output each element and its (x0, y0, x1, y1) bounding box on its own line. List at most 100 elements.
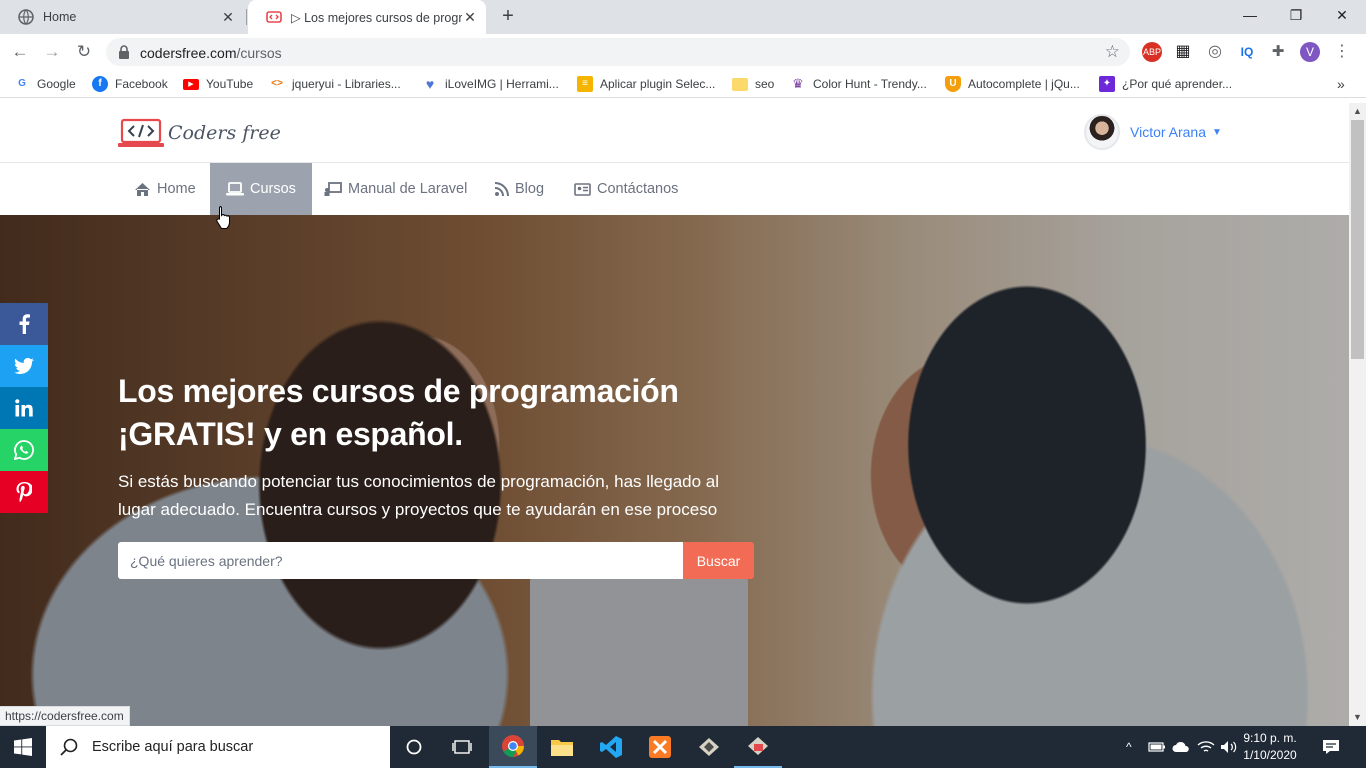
bookmark-autocomplete[interactable]: U Autocomplete | jQu... (945, 76, 1080, 92)
bookmark-label: Google (37, 77, 76, 91)
browser-toolbar: ← → ↻ codersfree.com/cursos ☆ ABP ▦ ◎ IQ… (0, 34, 1366, 70)
address-card-icon (574, 182, 591, 196)
url-host: codersfree.com (140, 45, 237, 61)
adblock-extension-icon[interactable]: ABP (1142, 42, 1162, 62)
taskbar-xampp[interactable] (636, 726, 684, 768)
page-scrollbar[interactable]: ▲ ▼ (1349, 103, 1366, 726)
tray-volume-icon[interactable] (1220, 726, 1238, 768)
bookmark-youtube[interactable]: ▶ YouTube (183, 76, 253, 92)
nav-item-home[interactable]: Home (118, 163, 212, 215)
folder-icon (732, 77, 748, 91)
facebook-share-button[interactable] (0, 303, 48, 345)
close-tab-icon[interactable]: ✕ (462, 9, 478, 25)
hero-title: Los mejores cursos de programación ¡GRAT… (118, 370, 768, 456)
close-window-button[interactable]: ✕ (1319, 0, 1365, 32)
chevron-down-icon: ▼ (1212, 126, 1222, 138)
taskbar-file-explorer[interactable] (538, 726, 586, 768)
browser-menu-icon[interactable]: ⋮ (1332, 42, 1352, 62)
bookmark-google[interactable]: G Google (14, 76, 76, 92)
back-button[interactable]: ← (8, 40, 32, 64)
nav-label: Blog (515, 181, 545, 197)
profile-avatar-icon[interactable]: V (1300, 42, 1320, 62)
scrollbar-thumb[interactable] (1351, 120, 1364, 359)
bookmark-jqueryui[interactable]: <> jqueryui - Libraries... (269, 76, 401, 92)
notification-icon (1323, 740, 1339, 754)
reload-button[interactable]: ↻ (72, 40, 96, 64)
tab-home[interactable]: Home ✕ (0, 0, 244, 34)
scroll-up-arrow-icon[interactable]: ▲ (1349, 103, 1366, 120)
nav-item-manual-laravel[interactable]: Manual de Laravel (308, 163, 483, 215)
bookmark-folder-seo[interactable]: seo (732, 76, 774, 92)
url-text: codersfree.com/cursos (140, 45, 282, 61)
nav-label: Contáctanos (597, 181, 679, 197)
bookmark-label: iLoveIMG | Herrami... (445, 77, 559, 91)
tab-cursos[interactable]: ▷ Los mejores cursos de programación ✕ (248, 0, 486, 34)
extensions-puzzle-icon[interactable]: ✚ (1268, 42, 1288, 62)
web-page: Coders free Victor Arana ▼ Home Cursos M… (0, 103, 1349, 726)
iq-extension-icon[interactable]: IQ (1237, 42, 1257, 62)
taskbar-app-active[interactable] (734, 726, 782, 768)
scroll-down-arrow-icon[interactable]: ▼ (1349, 709, 1366, 726)
taskbar-chrome[interactable] (489, 726, 537, 768)
tray-wifi-icon[interactable] (1197, 726, 1215, 768)
qr-code-extension-icon[interactable]: ▦ (1173, 42, 1193, 62)
folder-icon (551, 740, 573, 756)
extension-circle-icon[interactable]: ◎ (1205, 42, 1225, 62)
linkedin-icon (15, 399, 33, 417)
nav-item-contactanos[interactable]: Contáctanos (558, 163, 694, 215)
puzzle-icon: ✦ (1099, 76, 1115, 92)
hero-photo-laptop (530, 570, 748, 726)
stack-icon: ≡ (577, 76, 593, 92)
blog-icon (494, 181, 509, 196)
bookmark-label: Autocomplete | jQu... (968, 77, 1080, 91)
taskbar-vscode[interactable] (587, 726, 635, 768)
nav-label: Cursos (250, 181, 296, 197)
bookmark-label: ¿Por qué aprender... (1122, 77, 1233, 91)
nav-item-blog[interactable]: Blog (478, 163, 560, 215)
bookmark-label: seo (755, 77, 775, 91)
taskbar-search[interactable]: Escribe aquí para buscar (46, 726, 390, 768)
new-tab-button[interactable]: + (497, 5, 519, 27)
twitter-share-button[interactable] (0, 345, 48, 387)
tab-title: Home (43, 10, 77, 24)
action-center-button[interactable] (1322, 726, 1340, 768)
windows-logo-icon (14, 738, 32, 756)
tray-onedrive-icon[interactable] (1172, 726, 1190, 768)
cloud-icon (1172, 741, 1189, 752)
bookmark-color-hunt[interactable]: ♛ Color Hunt - Trendy... (790, 76, 927, 92)
site-logo[interactable]: Coders free (118, 117, 281, 149)
terminal-app-icon (699, 738, 719, 756)
cortana-button[interactable] (390, 726, 438, 768)
bookmark-ilovimg[interactable]: ♥ iLoveIMG | Herrami... (422, 76, 559, 92)
tray-battery-icon[interactable] (1148, 726, 1166, 768)
bookmarks-overflow-button[interactable]: » (1337, 76, 1345, 92)
vscode-icon (600, 736, 622, 758)
bookmark-facebook[interactable]: f Facebook (92, 76, 168, 92)
coders-free-logo-icon (118, 118, 164, 147)
nav-label: Manual de Laravel (348, 181, 468, 197)
taskbar-app-terminal[interactable] (685, 726, 733, 768)
address-bar[interactable]: codersfree.com/cursos ☆ (106, 38, 1130, 66)
search-button[interactable]: Buscar (683, 542, 754, 579)
search-input[interactable] (118, 542, 683, 579)
linkedin-share-button[interactable] (0, 387, 48, 429)
whatsapp-icon (14, 440, 34, 460)
start-button[interactable] (0, 726, 46, 768)
whatsapp-share-button[interactable] (0, 429, 48, 471)
bookmark-aplicar-plugin[interactable]: ≡ Aplicar plugin Selec... (577, 76, 715, 92)
forward-button[interactable]: → (40, 40, 64, 64)
close-tab-icon[interactable]: ✕ (220, 9, 236, 25)
taskbar-search-placeholder: Escribe aquí para buscar (92, 739, 254, 755)
minimize-button[interactable]: — (1227, 0, 1273, 32)
task-view-button[interactable] (438, 726, 486, 768)
bookmark-label: Color Hunt - Trendy... (813, 77, 927, 91)
bookmark-star-icon[interactable]: ☆ (1105, 42, 1120, 62)
bookmark-por-que-aprender[interactable]: ✦ ¿Por qué aprender... (1099, 76, 1232, 92)
tray-show-hidden-icon[interactable]: ^ (1126, 726, 1132, 768)
user-menu[interactable]: Victor Arana ▼ (1084, 114, 1222, 150)
pinterest-share-button[interactable] (0, 471, 48, 513)
maximize-button[interactable]: ❐ (1273, 0, 1319, 32)
facebook-icon: f (92, 76, 108, 92)
social-share-bar (0, 303, 48, 513)
taskbar-clock[interactable]: 9:10 p. m. 1/10/2020 (1237, 730, 1303, 764)
